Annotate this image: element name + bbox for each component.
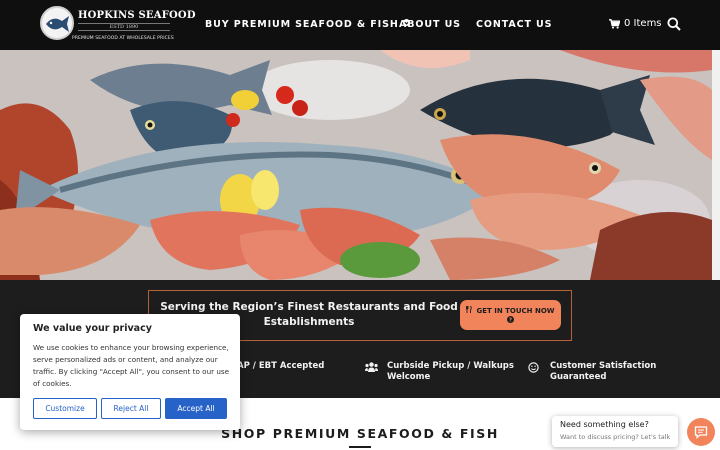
- feature-label-line2: Welcome: [387, 372, 431, 382]
- reject-all-button[interactable]: Reject All: [101, 398, 161, 419]
- question-icon: ?: [507, 316, 514, 325]
- nav-item-about[interactable]: ABOUT US: [399, 19, 461, 30]
- scrollbar[interactable]: [712, 50, 720, 280]
- nav-item-buy-seafood[interactable]: BUY PREMIUM SEAFOOD & FISH: [205, 19, 410, 30]
- brand-tagline: PREMIUM SEAFOOD AT WHOLESALE PRICES: [72, 36, 174, 41]
- nav-item-label: BUY PREMIUM SEAFOOD & FISH: [205, 19, 399, 30]
- cart-icon: [609, 19, 620, 29]
- brand-name: HOPKINS SEAFOOD: [78, 10, 196, 21]
- chat-icon: [694, 426, 708, 439]
- page: HOPKINS SEAFOOD ESTD 1890 PREMIUM SEAFOO…: [0, 0, 720, 450]
- utensils-icon: [466, 305, 473, 316]
- get-in-touch-button[interactable]: GET IN TOUCH NOW ?: [460, 300, 561, 330]
- logo[interactable]: HOPKINS SEAFOOD ESTD 1890 PREMIUM SEAFOO…: [40, 6, 195, 46]
- cookie-banner: We value your privacy We use cookies to …: [20, 314, 240, 430]
- users-icon: [365, 362, 378, 372]
- brand-established: ESTD 1890: [78, 23, 170, 31]
- customize-button[interactable]: Customize: [33, 398, 97, 419]
- cookie-body: We use cookies to enhance your browsing …: [33, 343, 230, 388]
- cart-count: 0 Items: [624, 18, 662, 29]
- chat-prompt[interactable]: Need something else? Want to discuss pri…: [552, 416, 678, 447]
- chat-button[interactable]: [687, 418, 715, 446]
- chat-prompt-subtitle: Want to discuss pricing? Let's talk: [560, 433, 671, 441]
- nav-item-contact[interactable]: CONTACT US: [476, 19, 552, 30]
- fish-logo-icon: [40, 6, 74, 40]
- cookie-title: We value your privacy: [33, 323, 152, 334]
- smile-icon: [528, 362, 539, 373]
- chat-prompt-title: Need something else?: [560, 420, 649, 429]
- site-header: HOPKINS SEAFOOD ESTD 1890 PREMIUM SEAFOO…: [0, 0, 720, 50]
- feature-label-line1: Customer Satisfaction: [550, 361, 657, 371]
- title-underline: [349, 446, 371, 448]
- accept-all-button[interactable]: Accept All: [165, 398, 227, 419]
- feature-label: AP / EBT Accepted: [237, 361, 325, 371]
- feature-label-line1: Curbside Pickup / Walkups: [387, 361, 514, 371]
- search-icon[interactable]: [667, 17, 681, 31]
- svg-text:?: ?: [509, 318, 512, 323]
- feature-label-line2: Guaranteed: [550, 372, 607, 382]
- cta-label: GET IN TOUCH NOW: [476, 307, 555, 315]
- hero-image: [0, 50, 712, 280]
